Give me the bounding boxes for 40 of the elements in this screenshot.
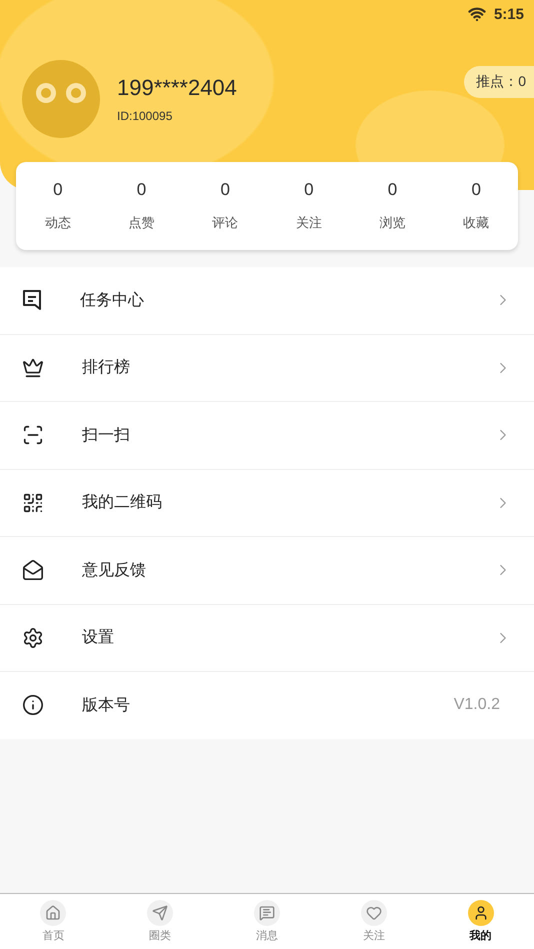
wifi-icon [468, 5, 486, 23]
open-envelope-icon [22, 559, 44, 582]
stat-value: 0 [471, 180, 481, 200]
menu-item[interactable]: 我的二维码 [0, 468, 534, 536]
stat-label: 浏览 [380, 214, 406, 232]
user-id: ID:100095 [117, 109, 174, 123]
stat-value: 0 [388, 180, 398, 200]
tab[interactable]: 首页 [0, 894, 107, 949]
settings-icon [22, 626, 44, 649]
message-icon [254, 900, 280, 926]
stat-value: 0 [220, 180, 230, 200]
send-icon [147, 900, 174, 926]
stat-label: 点赞 [128, 214, 154, 232]
tab[interactable]: 消息 [214, 894, 320, 949]
points-badge: 推点：0 [464, 66, 534, 98]
menu-item[interactable]: 排行榜 [0, 334, 534, 401]
user-phone: 199****2404 [117, 75, 238, 101]
menu-item[interactable]: 设置 [0, 604, 534, 671]
menu-item[interactable]: 任务中心 [0, 267, 534, 334]
tab[interactable]: 圈类 [106, 894, 214, 949]
qr-code-icon [22, 492, 44, 514]
menu-item[interactable]: 版本号 V1.0.2 [0, 671, 534, 738]
stat-value: 0 [304, 180, 314, 200]
menu-item[interactable]: 意见反馈 [0, 536, 534, 604]
user-icon [468, 900, 494, 926]
avatar-icon [22, 60, 100, 138]
stat-label: 动态 [44, 214, 71, 232]
stat-value: 0 [53, 180, 63, 200]
info-icon [22, 694, 44, 716]
home-icon [40, 900, 66, 926]
stat-value: 0 [136, 180, 146, 200]
stat-label: 收藏 [463, 214, 490, 232]
stat-label: 评论 [212, 214, 238, 232]
scan-icon [22, 424, 44, 446]
menu-item[interactable]: 扫一扫 [0, 401, 534, 468]
status-time: 5:15 [494, 6, 524, 22]
crown-icon [22, 356, 44, 379]
tab[interactable]: 关注 [320, 894, 428, 949]
stat-label: 关注 [296, 214, 322, 232]
tab[interactable]: 我的 [427, 894, 534, 949]
